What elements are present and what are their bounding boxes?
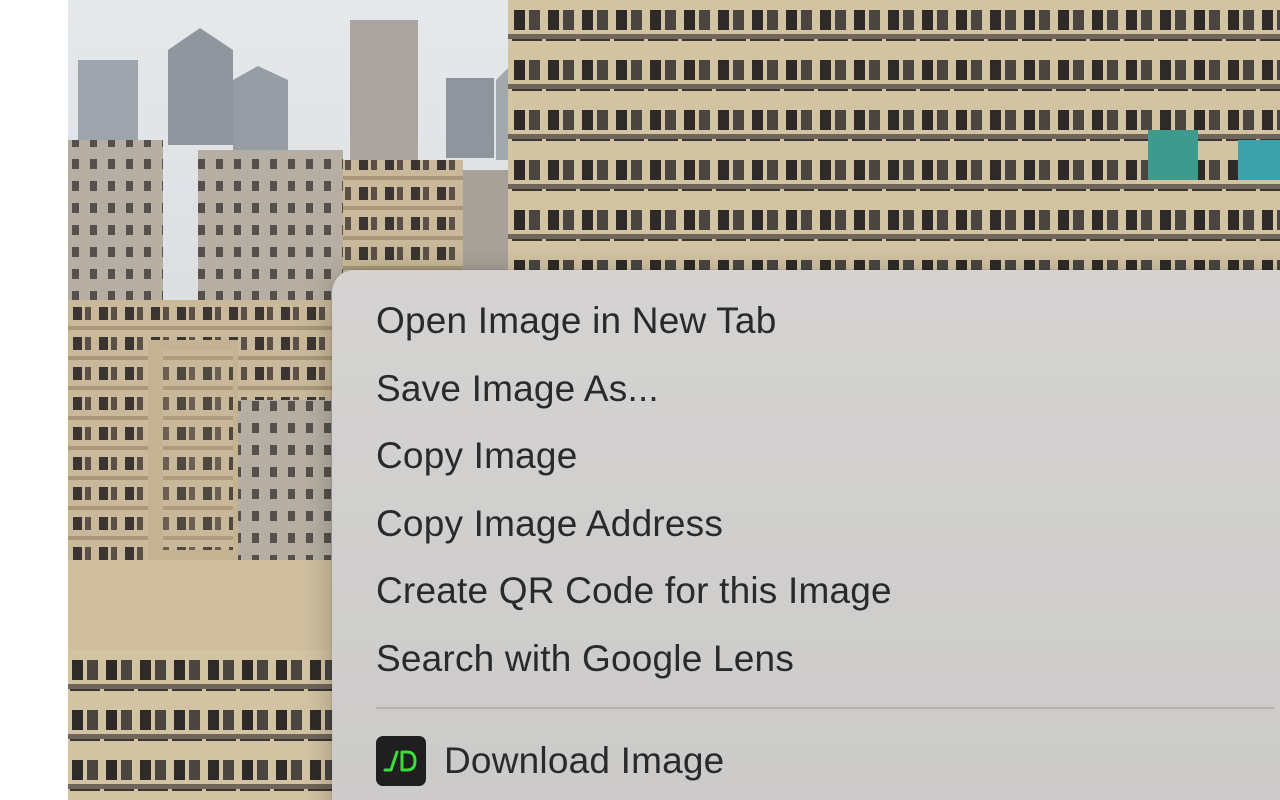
menu-item-download-image[interactable]: Download Image — [376, 731, 724, 791]
menu-item-copy-image[interactable]: Copy Image — [376, 426, 578, 486]
browser-page: Open Image in New Tab Save Image As... C… — [0, 0, 1280, 800]
menu-item-label: Download Image — [444, 740, 725, 781]
menu-item-copy-image-address[interactable]: Copy Image Address — [376, 494, 723, 554]
download-extension-icon — [376, 736, 426, 786]
menu-item-open-image-new-tab[interactable]: Open Image in New Tab — [376, 291, 776, 351]
menu-item-create-qr-code[interactable]: Create QR Code for this Image — [376, 561, 892, 621]
context-menu: Open Image in New Tab Save Image As... C… — [332, 270, 1280, 800]
menu-item-save-image-as[interactable]: Save Image As... — [376, 359, 659, 419]
menu-separator — [376, 707, 1274, 709]
page-margin — [0, 0, 68, 800]
menu-item-search-google-lens[interactable]: Search with Google Lens — [376, 629, 794, 689]
